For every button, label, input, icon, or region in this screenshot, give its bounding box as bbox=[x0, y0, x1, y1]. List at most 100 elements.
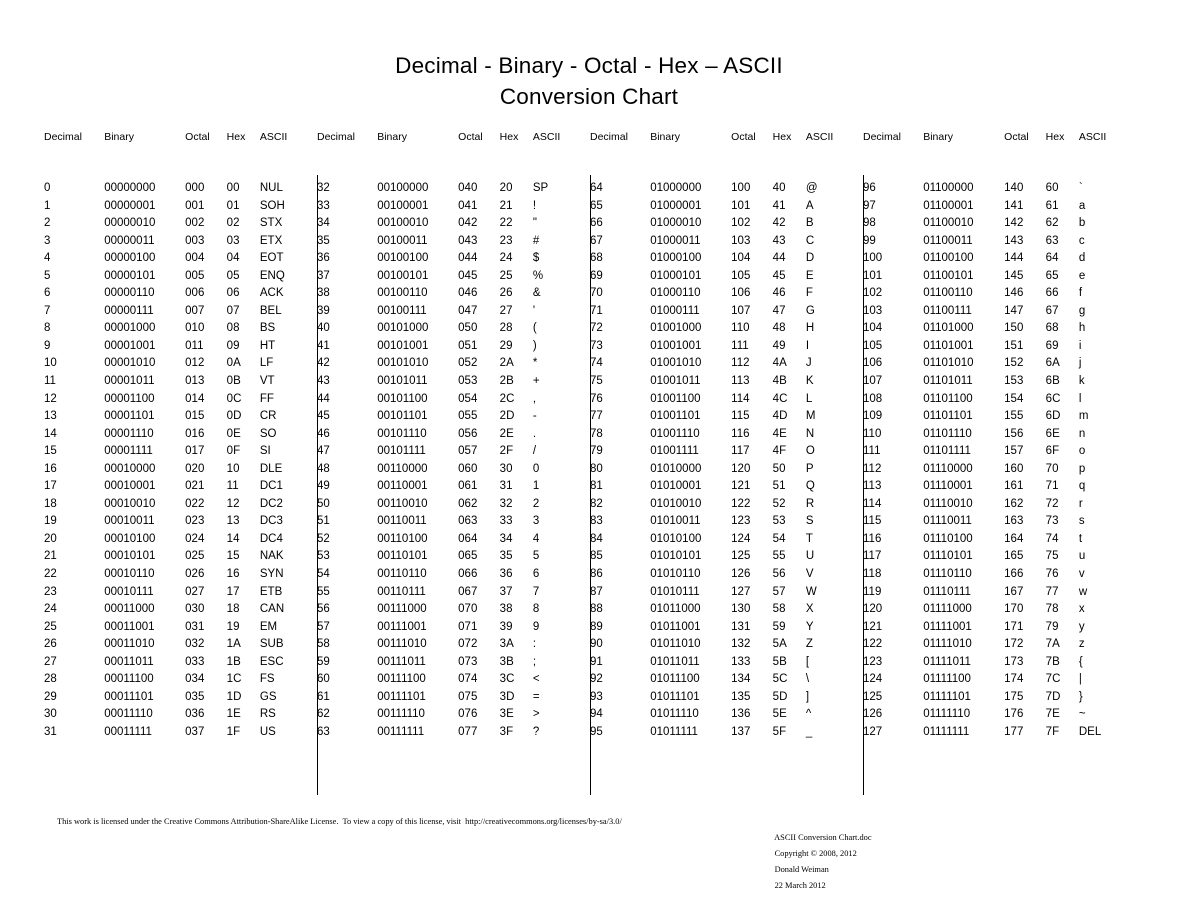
cell-octal: 136 bbox=[731, 708, 751, 721]
cell-decimal: 70 bbox=[590, 287, 603, 300]
cell-binary: 01000001 bbox=[650, 199, 702, 212]
cell-ascii: ^ bbox=[805, 708, 812, 721]
table-row: 100 01100100 144 64 d bbox=[863, 250, 1136, 268]
table-row: 127 01111111 177 7F DEL bbox=[863, 724, 1136, 742]
cell-decimal: 11 bbox=[44, 375, 56, 388]
cell-decimal: 4 bbox=[44, 252, 51, 265]
cell-hex: 0F bbox=[226, 445, 241, 458]
cell-ascii: 3 bbox=[532, 515, 540, 528]
cell-hex: 45 bbox=[772, 269, 786, 282]
table-row: 113 01110001 161 71 q bbox=[863, 478, 1136, 496]
cell-ascii: EM bbox=[259, 620, 278, 633]
column-header-ascii: ASCII bbox=[805, 131, 834, 143]
cell-hex: 49 bbox=[772, 339, 786, 352]
cell-octal: 165 bbox=[1004, 550, 1024, 563]
cell-ascii: ? bbox=[532, 725, 540, 738]
cell-ascii: a bbox=[1078, 199, 1086, 212]
cell-ascii: M bbox=[805, 410, 816, 423]
cell-octal: 063 bbox=[458, 515, 478, 528]
cell-hex: 08 bbox=[226, 322, 240, 335]
cell-hex: 58 bbox=[772, 603, 786, 616]
table-row: 98 01100010 142 62 b bbox=[863, 215, 1136, 233]
table-row: 48 00110000 060 30 0 bbox=[317, 461, 590, 479]
cell-ascii: u bbox=[1078, 550, 1086, 563]
cell-binary: 00100100 bbox=[377, 252, 429, 265]
cell-decimal: 13 bbox=[44, 410, 57, 423]
table-row: 102 01100110 146 66 f bbox=[863, 285, 1136, 303]
cell-decimal: 19 bbox=[44, 515, 57, 528]
cell-ascii: E bbox=[805, 269, 814, 282]
cell-hex: 39 bbox=[499, 620, 513, 633]
cell-octal: 004 bbox=[185, 252, 205, 265]
cell-decimal: 124 bbox=[863, 673, 883, 686]
cell-binary: 00011100 bbox=[104, 673, 154, 686]
cell-hex: 35 bbox=[499, 550, 513, 563]
cell-hex: 2E bbox=[499, 427, 514, 440]
cell-hex: 15 bbox=[226, 550, 240, 563]
cell-octal: 172 bbox=[1004, 638, 1024, 651]
cell-hex: 64 bbox=[1045, 252, 1059, 265]
cell-octal: 006 bbox=[185, 287, 205, 300]
cell-ascii: F bbox=[805, 287, 813, 300]
cell-decimal: 101 bbox=[863, 269, 883, 282]
cell-binary: 00000000 bbox=[104, 182, 156, 194]
cell-binary: 00111110 bbox=[377, 708, 425, 721]
cell-ascii: 1 bbox=[532, 480, 540, 493]
cell-binary: 01101000 bbox=[923, 322, 974, 335]
cell-decimal: 71 bbox=[590, 304, 603, 317]
table-row: 16 00010000 020 10 DLE bbox=[44, 461, 317, 479]
cell-hex: 66 bbox=[1045, 287, 1059, 300]
conversion-table: Decimal Binary Octal Hex ASCII 0 00000000 000 00… bbox=[44, 130, 1136, 795]
cell-octal: 055 bbox=[458, 410, 478, 423]
cell-octal: 130 bbox=[731, 603, 751, 616]
revision-date: 22 March 2012 bbox=[774, 881, 826, 890]
cell-hex: 25 bbox=[499, 269, 513, 282]
cell-octal: 051 bbox=[458, 339, 478, 352]
cell-binary: 00101011 bbox=[377, 375, 428, 388]
cell-hex: 48 bbox=[772, 322, 786, 335]
cell-hex: 23 bbox=[499, 234, 513, 247]
cell-octal: 067 bbox=[458, 585, 478, 598]
cell-octal: 135 bbox=[731, 690, 751, 703]
cell-octal: 151 bbox=[1004, 339, 1024, 352]
table-row: 99 01100011 143 63 c bbox=[863, 233, 1136, 251]
cell-octal: 124 bbox=[731, 532, 751, 545]
cell-ascii: e bbox=[1078, 269, 1086, 282]
table-row: 52 00110100 064 34 4 bbox=[317, 531, 590, 549]
cell-ascii: U bbox=[805, 550, 815, 563]
table-row: 89 01011001 131 59 Y bbox=[590, 619, 863, 637]
cell-octal: 033 bbox=[185, 655, 205, 668]
cell-ascii: [ bbox=[805, 655, 810, 668]
cell-octal: 100 bbox=[731, 182, 751, 194]
cell-decimal: 3 bbox=[44, 234, 51, 247]
cell-decimal: 87 bbox=[590, 585, 603, 598]
cell-octal: 027 bbox=[185, 585, 205, 598]
cell-binary: 01111110 bbox=[923, 708, 971, 721]
cell-hex: 21 bbox=[499, 199, 513, 212]
cell-binary: 00110011 bbox=[377, 515, 427, 528]
table-row: 36 00100100 044 24 $ bbox=[317, 250, 590, 268]
cell-ascii: / bbox=[532, 445, 537, 458]
cell-ascii: % bbox=[532, 269, 544, 282]
cell-decimal: 94 bbox=[590, 708, 603, 721]
cell-octal: 161 bbox=[1004, 480, 1024, 493]
cell-ascii: ESC bbox=[259, 655, 284, 668]
table-block: Decimal Binary Octal Hex ASCII 32 00100000 040 2… bbox=[317, 130, 590, 795]
cell-binary: 01011110 bbox=[650, 708, 699, 721]
document-credits: ASCII Conversion Chart.doc Copyright © 2… bbox=[762, 814, 884, 910]
page-footer: This work is licensed under the Creative… bbox=[0, 814, 1178, 890]
column-divider bbox=[590, 175, 591, 795]
cell-hex: 41 bbox=[772, 199, 786, 212]
cell-octal: 133 bbox=[731, 655, 751, 668]
cell-decimal: 84 bbox=[590, 532, 603, 545]
cell-binary: 01110110 bbox=[923, 568, 972, 581]
cell-binary: 00001000 bbox=[104, 322, 156, 335]
table-header-row: Decimal Binary Octal Hex ASCII bbox=[590, 130, 863, 180]
cell-ascii: SUB bbox=[259, 638, 284, 651]
cell-ascii: SI bbox=[259, 445, 271, 458]
cell-octal: 054 bbox=[458, 392, 478, 405]
cell-decimal: 107 bbox=[863, 375, 883, 388]
cell-octal: 140 bbox=[1004, 182, 1024, 194]
cell-ascii: BS bbox=[259, 322, 276, 335]
cell-ascii: m bbox=[1078, 410, 1089, 423]
